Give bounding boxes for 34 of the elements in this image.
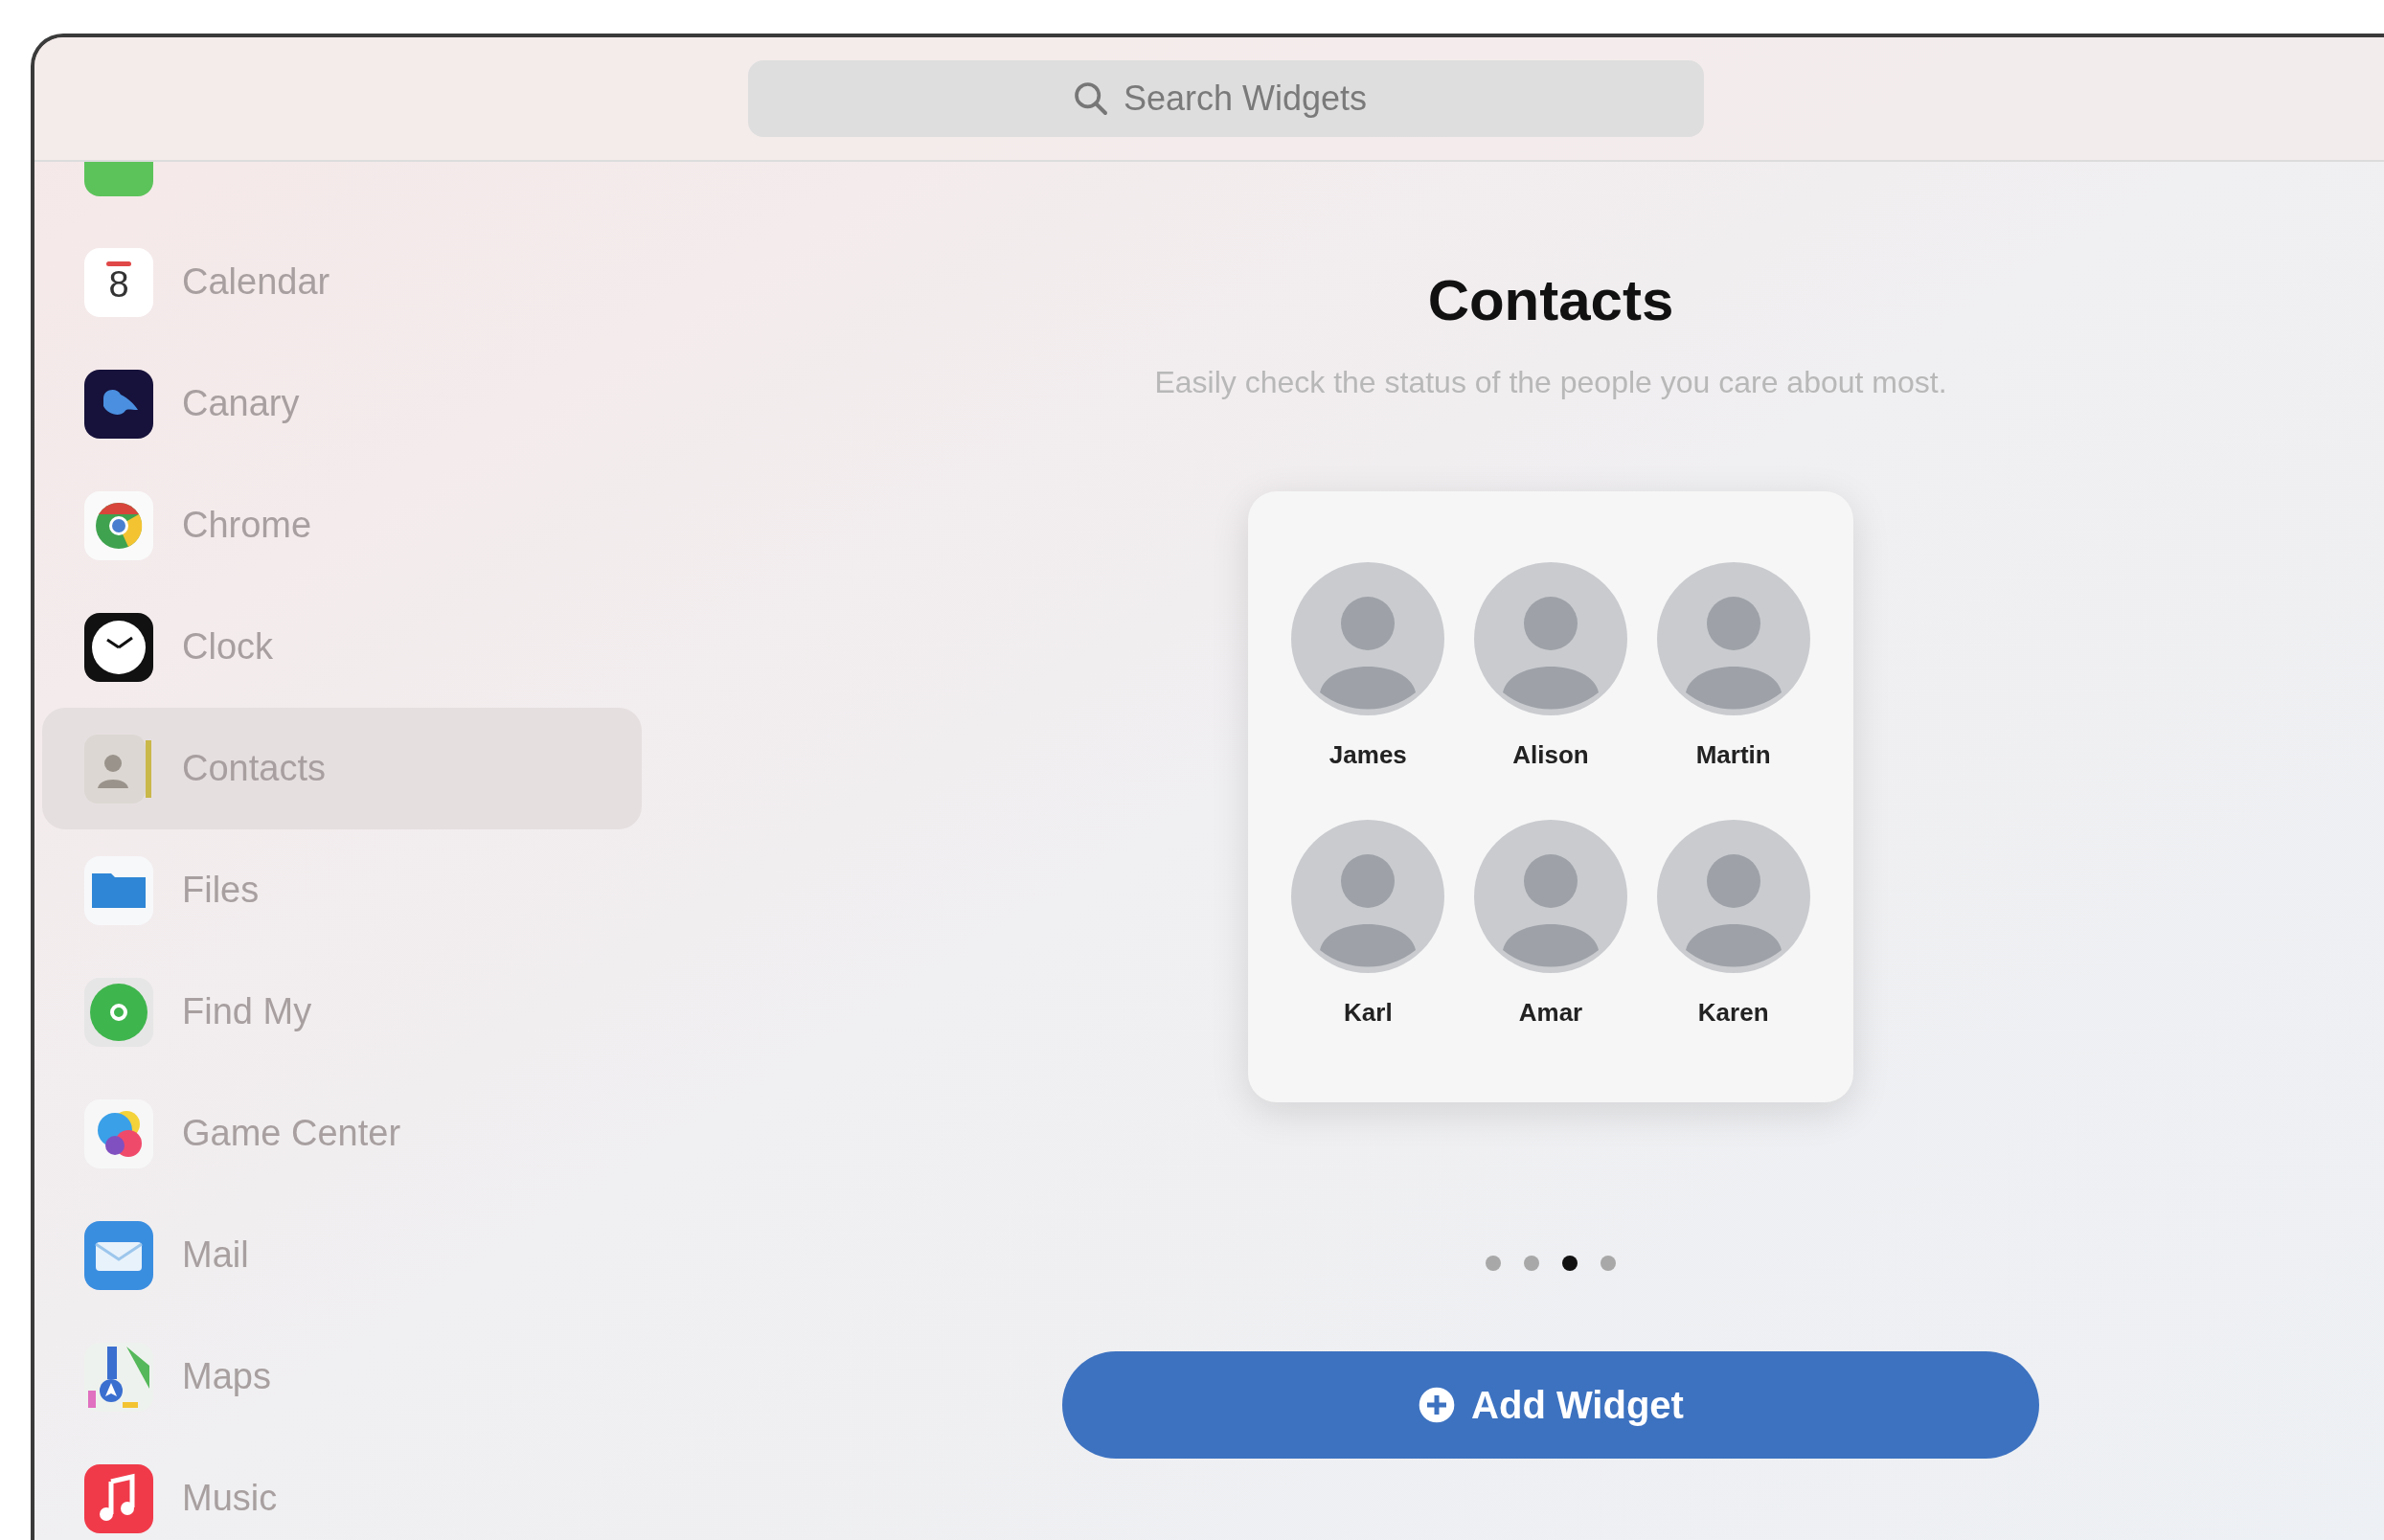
add-widget-button[interactable]: Add Widget [1062, 1351, 2039, 1459]
sidebar-item[interactable]: Game Center [42, 1073, 642, 1194]
person-icon [84, 734, 153, 804]
contact-name: Martin [1695, 739, 1771, 771]
locator-icon [84, 977, 153, 1047]
clock-icon [84, 612, 153, 682]
widget-description: Easily check the status of the people you care about most. [1154, 364, 1947, 401]
contact-name: Karen [1697, 997, 1769, 1029]
weekday-mark [106, 261, 131, 266]
envelope-icon [84, 1220, 153, 1290]
plus-circle-icon [1418, 1386, 1457, 1424]
sidebar-item[interactable]: Files [42, 829, 642, 951]
sidebar-item[interactable]: Chrome [42, 464, 642, 586]
calendar-day: 8 [108, 266, 129, 303]
sidebar-item[interactable]: 8 Calendar [42, 221, 642, 343]
widget-title: Contacts [1427, 267, 1674, 334]
music-note-icon [84, 1463, 153, 1533]
sidebar-item[interactable]: Music [42, 1438, 642, 1540]
search-field[interactable]: Search Widgets [748, 60, 1704, 137]
contact-name: Alison [1512, 739, 1589, 771]
sidebar-item[interactable]: Clock [42, 586, 642, 708]
sidebar-item[interactable]: Find My [42, 951, 642, 1073]
sidebar-item[interactable]: Contacts [42, 708, 642, 829]
sidebar-item[interactable]: Maps [42, 1316, 642, 1438]
bubbles-icon [84, 1098, 153, 1168]
sidebar-item[interactable]: Mail [42, 1194, 642, 1316]
folder-icon [84, 855, 153, 925]
contact-name: Karl [1344, 997, 1393, 1029]
contact-name: Amar [1518, 997, 1583, 1029]
bird-icon [84, 369, 153, 439]
search-icon [1072, 79, 1110, 118]
contact-name: James [1328, 739, 1407, 771]
browser-icon [84, 490, 153, 560]
sidebar-item[interactable]: Canary [42, 343, 642, 464]
